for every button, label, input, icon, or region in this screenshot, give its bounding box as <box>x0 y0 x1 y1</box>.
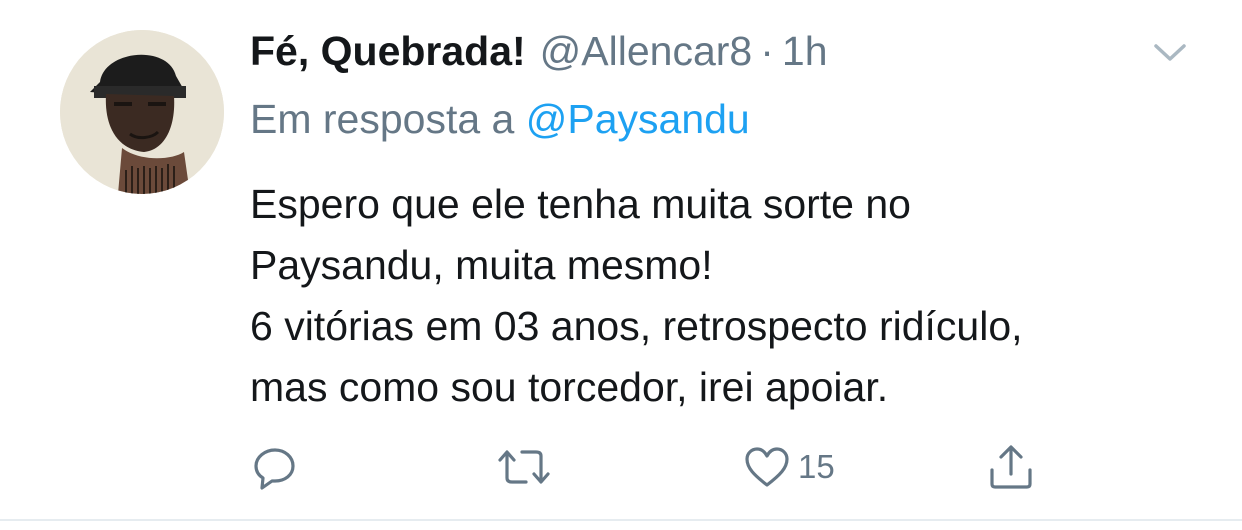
timestamp[interactable]: 1h <box>782 28 828 75</box>
reply-mention-link[interactable]: @Paysandu <box>526 96 750 142</box>
tweet-text-line: Paysandu, muita mesmo! <box>250 242 713 288</box>
chevron-down-icon[interactable] <box>1150 38 1190 66</box>
avatar[interactable] <box>60 30 224 194</box>
separator-dot: · <box>760 28 774 74</box>
avatar-illustration <box>60 30 224 194</box>
tweet-text-line: 6 vitórias em 03 anos, retrospecto ridíc… <box>250 303 1023 349</box>
retweet-button[interactable] <box>496 444 552 490</box>
reply-button[interactable] <box>252 444 298 490</box>
tweet-header: Fé, Quebrada! @Allencar8 · 1h <box>250 28 828 78</box>
display-name[interactable]: Fé, Quebrada! <box>250 28 526 75</box>
share-icon <box>990 445 1032 489</box>
divider <box>0 519 1242 521</box>
heart-icon <box>745 447 789 487</box>
reply-prefix: Em resposta a <box>250 96 515 142</box>
tweet-text-line: Espero que ele tenha muita sorte no <box>250 181 911 227</box>
tweet-card[interactable]: Fé, Quebrada! @Allencar8 · 1h Em respost… <box>0 0 1242 519</box>
like-count: 15 <box>798 448 835 485</box>
like-button[interactable]: 15 <box>744 444 835 490</box>
reply-context: Em resposta a @Paysandu <box>250 96 750 143</box>
retweet-icon <box>498 450 550 484</box>
tweet-text-line: mas como sou torcedor, irei apoiar. <box>250 364 889 410</box>
reply-icon <box>254 448 295 490</box>
share-button[interactable] <box>988 444 1034 490</box>
tweet-text: Espero que ele tenha muita sorte no Pays… <box>250 174 1210 418</box>
user-handle[interactable]: @Allencar8 <box>540 28 753 75</box>
